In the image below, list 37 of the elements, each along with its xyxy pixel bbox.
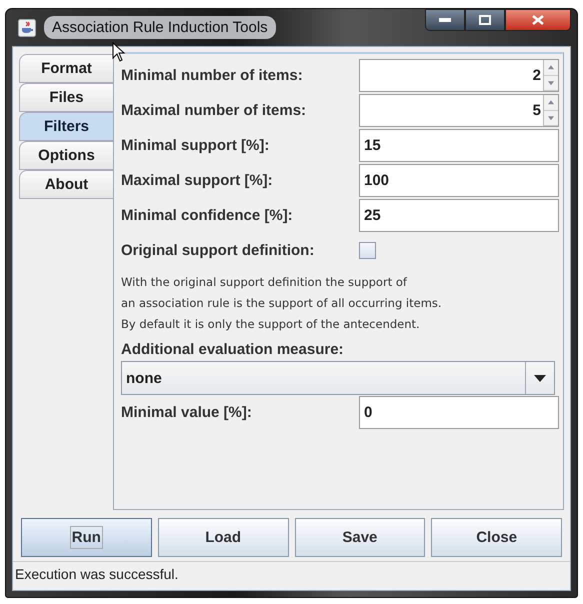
close-button[interactable] [505,9,571,31]
description-text: With the original support definition the support of an association rule is the support of all occurring items. By default it is only the support of the antecendent. [121,274,443,333]
tab[interactable]: About [19,170,113,199]
spinner-field[interactable]: 5 [359,94,559,127]
tab[interactable]: Files [19,83,113,112]
coffee-cup-icon [18,18,36,36]
tab[interactable]: Options [19,141,113,170]
input-field[interactable]: 100 [359,164,559,197]
section-heading: Additional evaluation measure: [121,340,345,360]
field-label: Minimal confidence [%]: [121,207,294,224]
mouse-pointer-icon [112,42,126,63]
checkbox-label: Original support definition: [121,242,316,259]
dropdown[interactable]: none [121,361,555,395]
tab[interactable]: Filters [19,112,113,141]
action-button[interactable]: Run [21,518,152,557]
field-label: Maximal support [%]: [121,172,274,189]
field-label: Minimal value [%]: [121,404,253,421]
action-button[interactable]: Close [431,518,562,557]
status-bar: Execution was successful. [13,561,570,590]
spinner-field[interactable]: 2 [359,59,559,92]
window-title: Association Rule Induction Tools [44,16,276,39]
maximize-button[interactable] [465,9,505,31]
minimize-button[interactable] [425,9,465,31]
input-field[interactable]: 25 [359,199,559,232]
close-icon [532,15,544,25]
field-label: Minimal number of items: [121,67,304,84]
tab[interactable]: Format [19,54,113,83]
maximize-icon [479,15,491,25]
action-button[interactable]: Save [294,518,426,557]
input-field[interactable]: 0 [359,396,559,429]
field-label: Maximal number of items: [121,102,308,119]
action-button[interactable]: Load [158,518,288,557]
minimize-icon [439,18,451,22]
field-label: Minimal support [%]: [121,137,270,154]
checkbox[interactable] [359,242,376,259]
input-field[interactable]: 15 [359,129,559,162]
dropdown-arrow-icon [534,374,546,382]
